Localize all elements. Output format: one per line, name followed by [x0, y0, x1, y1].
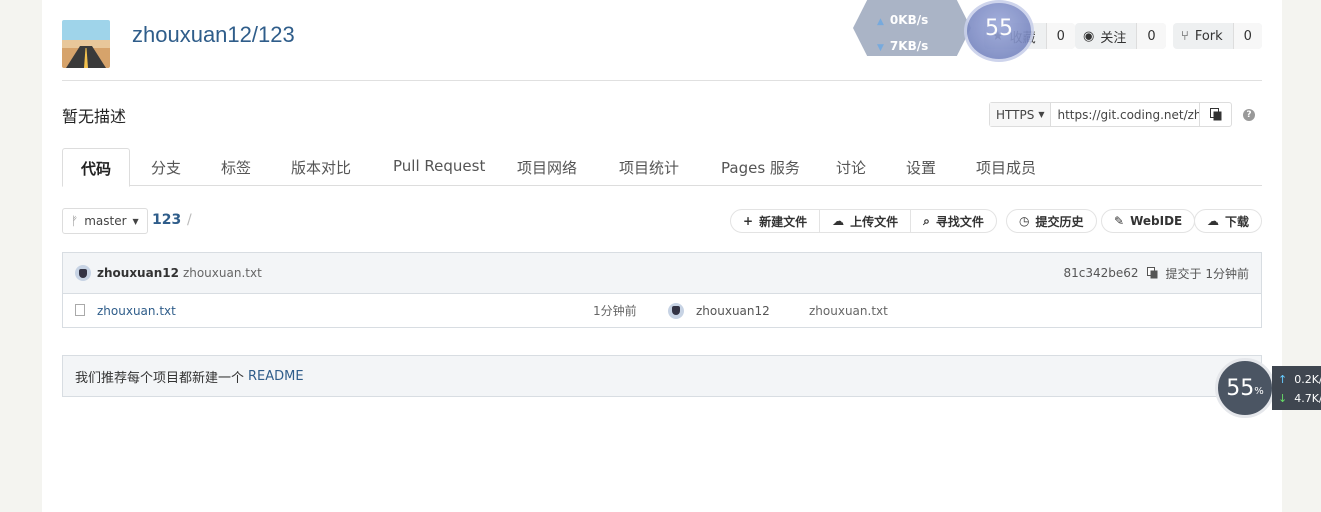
- commit-time: 提交于 1分钟前: [1165, 266, 1249, 281]
- edit-icon: ✎: [1114, 214, 1125, 228]
- network-speed-side[interactable]: ↑ 0.2K/ ↓ 4.7K/: [1272, 366, 1321, 410]
- fork-label: Fork: [1194, 28, 1223, 44]
- table-row[interactable]: zhouxuan.txt 1分钟前 zhouxuan12 zhouxuan.tx…: [63, 294, 1261, 327]
- tab-compare[interactable]: 版本对比: [291, 148, 351, 186]
- new-file-label: 新建文件: [759, 214, 808, 229]
- tab-branches[interactable]: 分支: [151, 148, 181, 186]
- tab-pages[interactable]: Pages 服务: [721, 148, 800, 186]
- network-speed-widget[interactable]: ▲ 0KB/s ▼ 7KB/s: [853, 0, 971, 56]
- download-label: 下载: [1225, 214, 1250, 229]
- download-arrow-icon: ▼: [877, 43, 884, 53]
- memory-gauge-bottom[interactable]: 55%: [1215, 358, 1275, 418]
- breadcrumb-root[interactable]: 123: [152, 212, 181, 228]
- watch-label: 关注: [1100, 30, 1127, 46]
- tab-stats[interactable]: 项目统计: [619, 148, 679, 186]
- upload-file-button[interactable]: ☁ 上传文件: [820, 210, 912, 232]
- tab-pull-request[interactable]: Pull Request: [393, 148, 485, 186]
- avatar[interactable]: [668, 302, 684, 319]
- tab-tags[interactable]: 标签: [221, 148, 251, 186]
- branch-select[interactable]: ᚠ master ▼: [62, 208, 148, 234]
- avatar[interactable]: [75, 265, 91, 281]
- upload-speed: 0KB/s: [889, 13, 929, 27]
- gauge-unit: %: [1254, 385, 1264, 397]
- download-button[interactable]: ☁ 下载: [1194, 209, 1263, 233]
- find-file-label: 寻找文件: [935, 214, 984, 229]
- commit-hash[interactable]: 81c342be62: [1064, 266, 1139, 280]
- file-time: 1分钟前: [593, 304, 637, 318]
- upload-file-label: 上传文件: [850, 214, 899, 229]
- tab-members[interactable]: 项目成员: [976, 148, 1036, 186]
- copy-icon: [1209, 108, 1222, 121]
- protocol-label: HTTPS: [996, 107, 1035, 122]
- clone-url-input[interactable]: https://git.coding.net/zh: [1051, 103, 1199, 126]
- file-action-group: + 新建文件 ☁ 上传文件 ⌕ 寻找文件: [730, 209, 997, 233]
- tab-code[interactable]: 代码: [62, 148, 131, 187]
- plus-icon: +: [743, 214, 754, 228]
- fork-count: 0: [1232, 23, 1262, 49]
- branch-icon: ᚠ: [71, 214, 79, 228]
- commit-message[interactable]: zhouxuan.txt: [183, 266, 262, 280]
- repo-avatar[interactable]: [62, 20, 110, 68]
- tab-settings[interactable]: 设置: [906, 148, 936, 186]
- find-file-button[interactable]: ⌕ 寻找文件: [911, 210, 996, 232]
- page-container: zhouxuan12/123 ★ 收藏 0 ◉ 关注 0 ⑂ Fork 0 暂无…: [42, 0, 1282, 512]
- file-name[interactable]: zhouxuan.txt: [97, 304, 176, 318]
- copy-icon[interactable]: [1146, 267, 1158, 279]
- clone-url-box: HTTPS ▼ https://git.coding.net/zh: [989, 102, 1233, 127]
- latest-commit-row: zhouxuan12 zhouxuan.txt 81c342be62 提交于 1…: [63, 253, 1261, 294]
- side-upload-speed: 0.2K/: [1294, 373, 1321, 386]
- commit-user[interactable]: zhouxuan12: [97, 266, 179, 280]
- webide-button[interactable]: ✎ WebIDE: [1101, 209, 1196, 233]
- eye-icon: ◉: [1083, 28, 1095, 44]
- header-divider: [62, 80, 1262, 81]
- breadcrumb-separator: /: [187, 212, 192, 228]
- fork-button[interactable]: ⑂ Fork 0: [1173, 23, 1262, 49]
- history-label: 提交历史: [1035, 214, 1084, 229]
- branch-name: master: [84, 214, 127, 228]
- repo-description: 暂无描述: [62, 107, 127, 126]
- caret-down-icon: ▼: [1038, 110, 1045, 119]
- watch-count: 0: [1136, 23, 1166, 49]
- file-icon: [75, 304, 85, 316]
- cloud-download-icon: ☁: [1207, 214, 1219, 228]
- star-count: 0: [1045, 23, 1075, 49]
- readme-link[interactable]: README: [248, 369, 304, 384]
- protocol-select[interactable]: HTTPS ▼: [990, 103, 1052, 126]
- watch-button[interactable]: ◉ 关注 0: [1075, 23, 1166, 49]
- copy-button[interactable]: [1199, 103, 1231, 126]
- help-icon[interactable]: ?: [1243, 109, 1255, 121]
- caret-down-icon: ▼: [132, 216, 139, 226]
- new-file-button[interactable]: + 新建文件: [731, 210, 821, 232]
- repo-title[interactable]: zhouxuan12/123: [132, 22, 295, 48]
- tab-discussion[interactable]: 讨论: [836, 148, 866, 186]
- file-commit-message[interactable]: zhouxuan.txt: [809, 304, 888, 318]
- file-table: zhouxuan12 zhouxuan.txt 81c342be62 提交于 1…: [62, 252, 1262, 328]
- clock-icon: ◷: [1019, 214, 1030, 228]
- upload-arrow-icon: ↑: [1278, 373, 1288, 386]
- readme-hint: 我们推荐每个项目都新建一个 README: [62, 355, 1262, 397]
- tab-network[interactable]: 项目网络: [517, 148, 577, 186]
- gauge-value: 55: [1226, 375, 1255, 401]
- webide-label: WebIDE: [1130, 214, 1183, 228]
- readme-hint-text: 我们推荐每个项目都新建一个: [75, 370, 245, 386]
- search-icon: ⌕: [923, 213, 930, 228]
- memory-gauge[interactable]: 55: [964, 0, 1034, 62]
- download-speed: 7KB/s: [889, 39, 929, 53]
- history-button[interactable]: ◷ 提交历史: [1006, 209, 1097, 233]
- upload-arrow-icon: ▲: [877, 17, 884, 27]
- repo-tabs: 代码 分支 标签 版本对比 Pull Request 项目网络 项目统计 Pag…: [62, 148, 1262, 187]
- cloud-upload-icon: ☁: [832, 214, 845, 228]
- fork-icon: ⑂: [1181, 28, 1189, 44]
- side-download-speed: 4.7K/: [1294, 392, 1321, 405]
- download-arrow-icon: ↓: [1278, 392, 1288, 405]
- file-user[interactable]: zhouxuan12: [696, 304, 770, 318]
